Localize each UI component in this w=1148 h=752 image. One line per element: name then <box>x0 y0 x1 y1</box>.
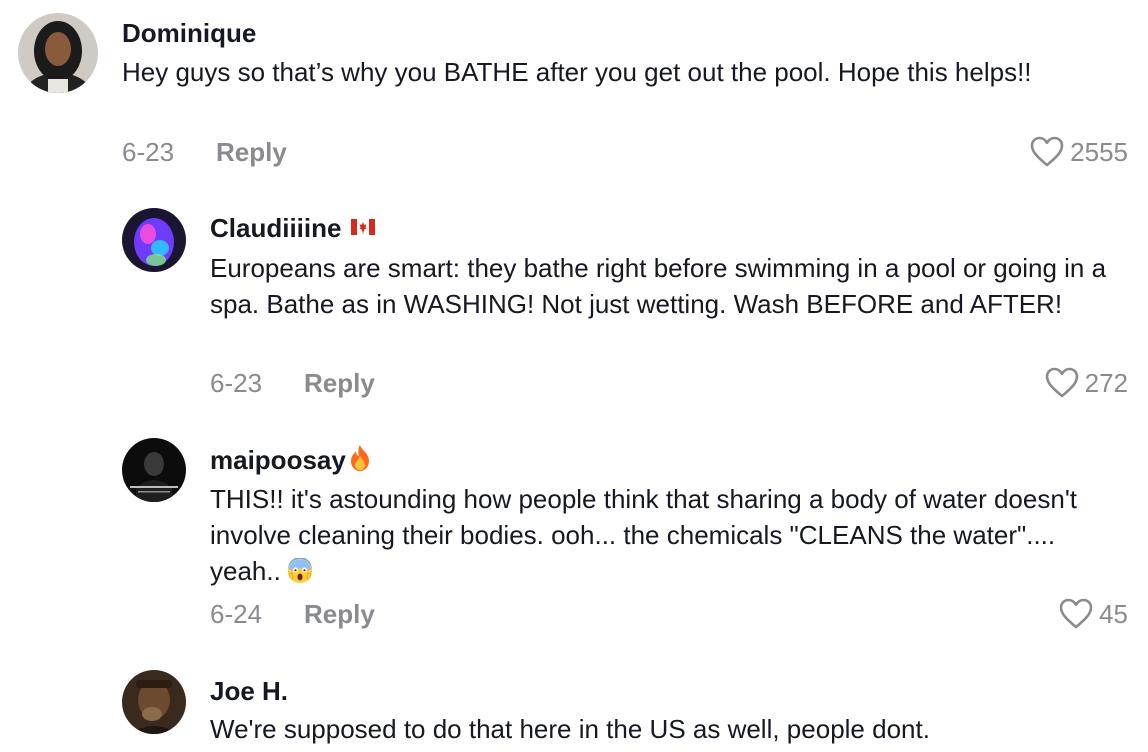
comment-text: THIS!! it's astounding how people think … <box>210 481 1128 589</box>
user-avatar-icon <box>122 670 186 734</box>
avatar[interactable] <box>122 438 186 502</box>
like-button[interactable]: 45 <box>1059 598 1128 630</box>
comment-text: We're supposed to do that here in the US… <box>210 714 930 744</box>
comment-username[interactable]: Dominique <box>122 17 256 49</box>
user-avatar-icon <box>122 438 186 502</box>
heart-outline-icon <box>1045 367 1078 398</box>
canada-flag-emoji <box>351 219 376 235</box>
comment-date: 6-24 <box>210 599 263 629</box>
comment-username[interactable]: maipoosay <box>210 444 372 476</box>
reply-button[interactable]: Reply <box>304 598 375 630</box>
comment-text: Europeans are smart: they bathe right be… <box>210 253 1114 319</box>
like-count: 45 <box>1099 599 1128 629</box>
avatar[interactable] <box>18 13 98 93</box>
comment-username[interactable]: Joe H. <box>210 675 288 707</box>
heart-outline-icon <box>1030 136 1064 167</box>
user-avatar-icon <box>122 208 186 272</box>
comment-text: Hey guys so that’s why you BATHE after y… <box>122 57 1032 87</box>
reply-button[interactable]: Reply <box>304 367 375 399</box>
avatar[interactable] <box>122 670 186 734</box>
avatar[interactable] <box>122 208 186 272</box>
like-button[interactable]: 2555 <box>1030 136 1128 168</box>
comment-username-text: maipoosay <box>210 445 346 475</box>
screaming-face-emoji <box>287 558 312 583</box>
like-count: 2555 <box>1070 137 1128 167</box>
comment-username-text: Claudiiiine <box>210 213 342 243</box>
comment-date: 6-23 <box>122 137 175 167</box>
like-button[interactable]: 272 <box>1045 367 1128 399</box>
reply-button[interactable]: Reply <box>216 136 287 168</box>
fire-emoji <box>350 445 369 471</box>
comment-text-body: THIS!! it's astounding how people think … <box>210 484 1085 586</box>
user-avatar-icon <box>18 13 98 93</box>
comment-username[interactable]: Claudiiiine <box>210 212 376 244</box>
comment-date: 6-23 <box>210 368 263 398</box>
heart-outline-icon <box>1059 598 1093 629</box>
like-count: 272 <box>1084 368 1128 398</box>
